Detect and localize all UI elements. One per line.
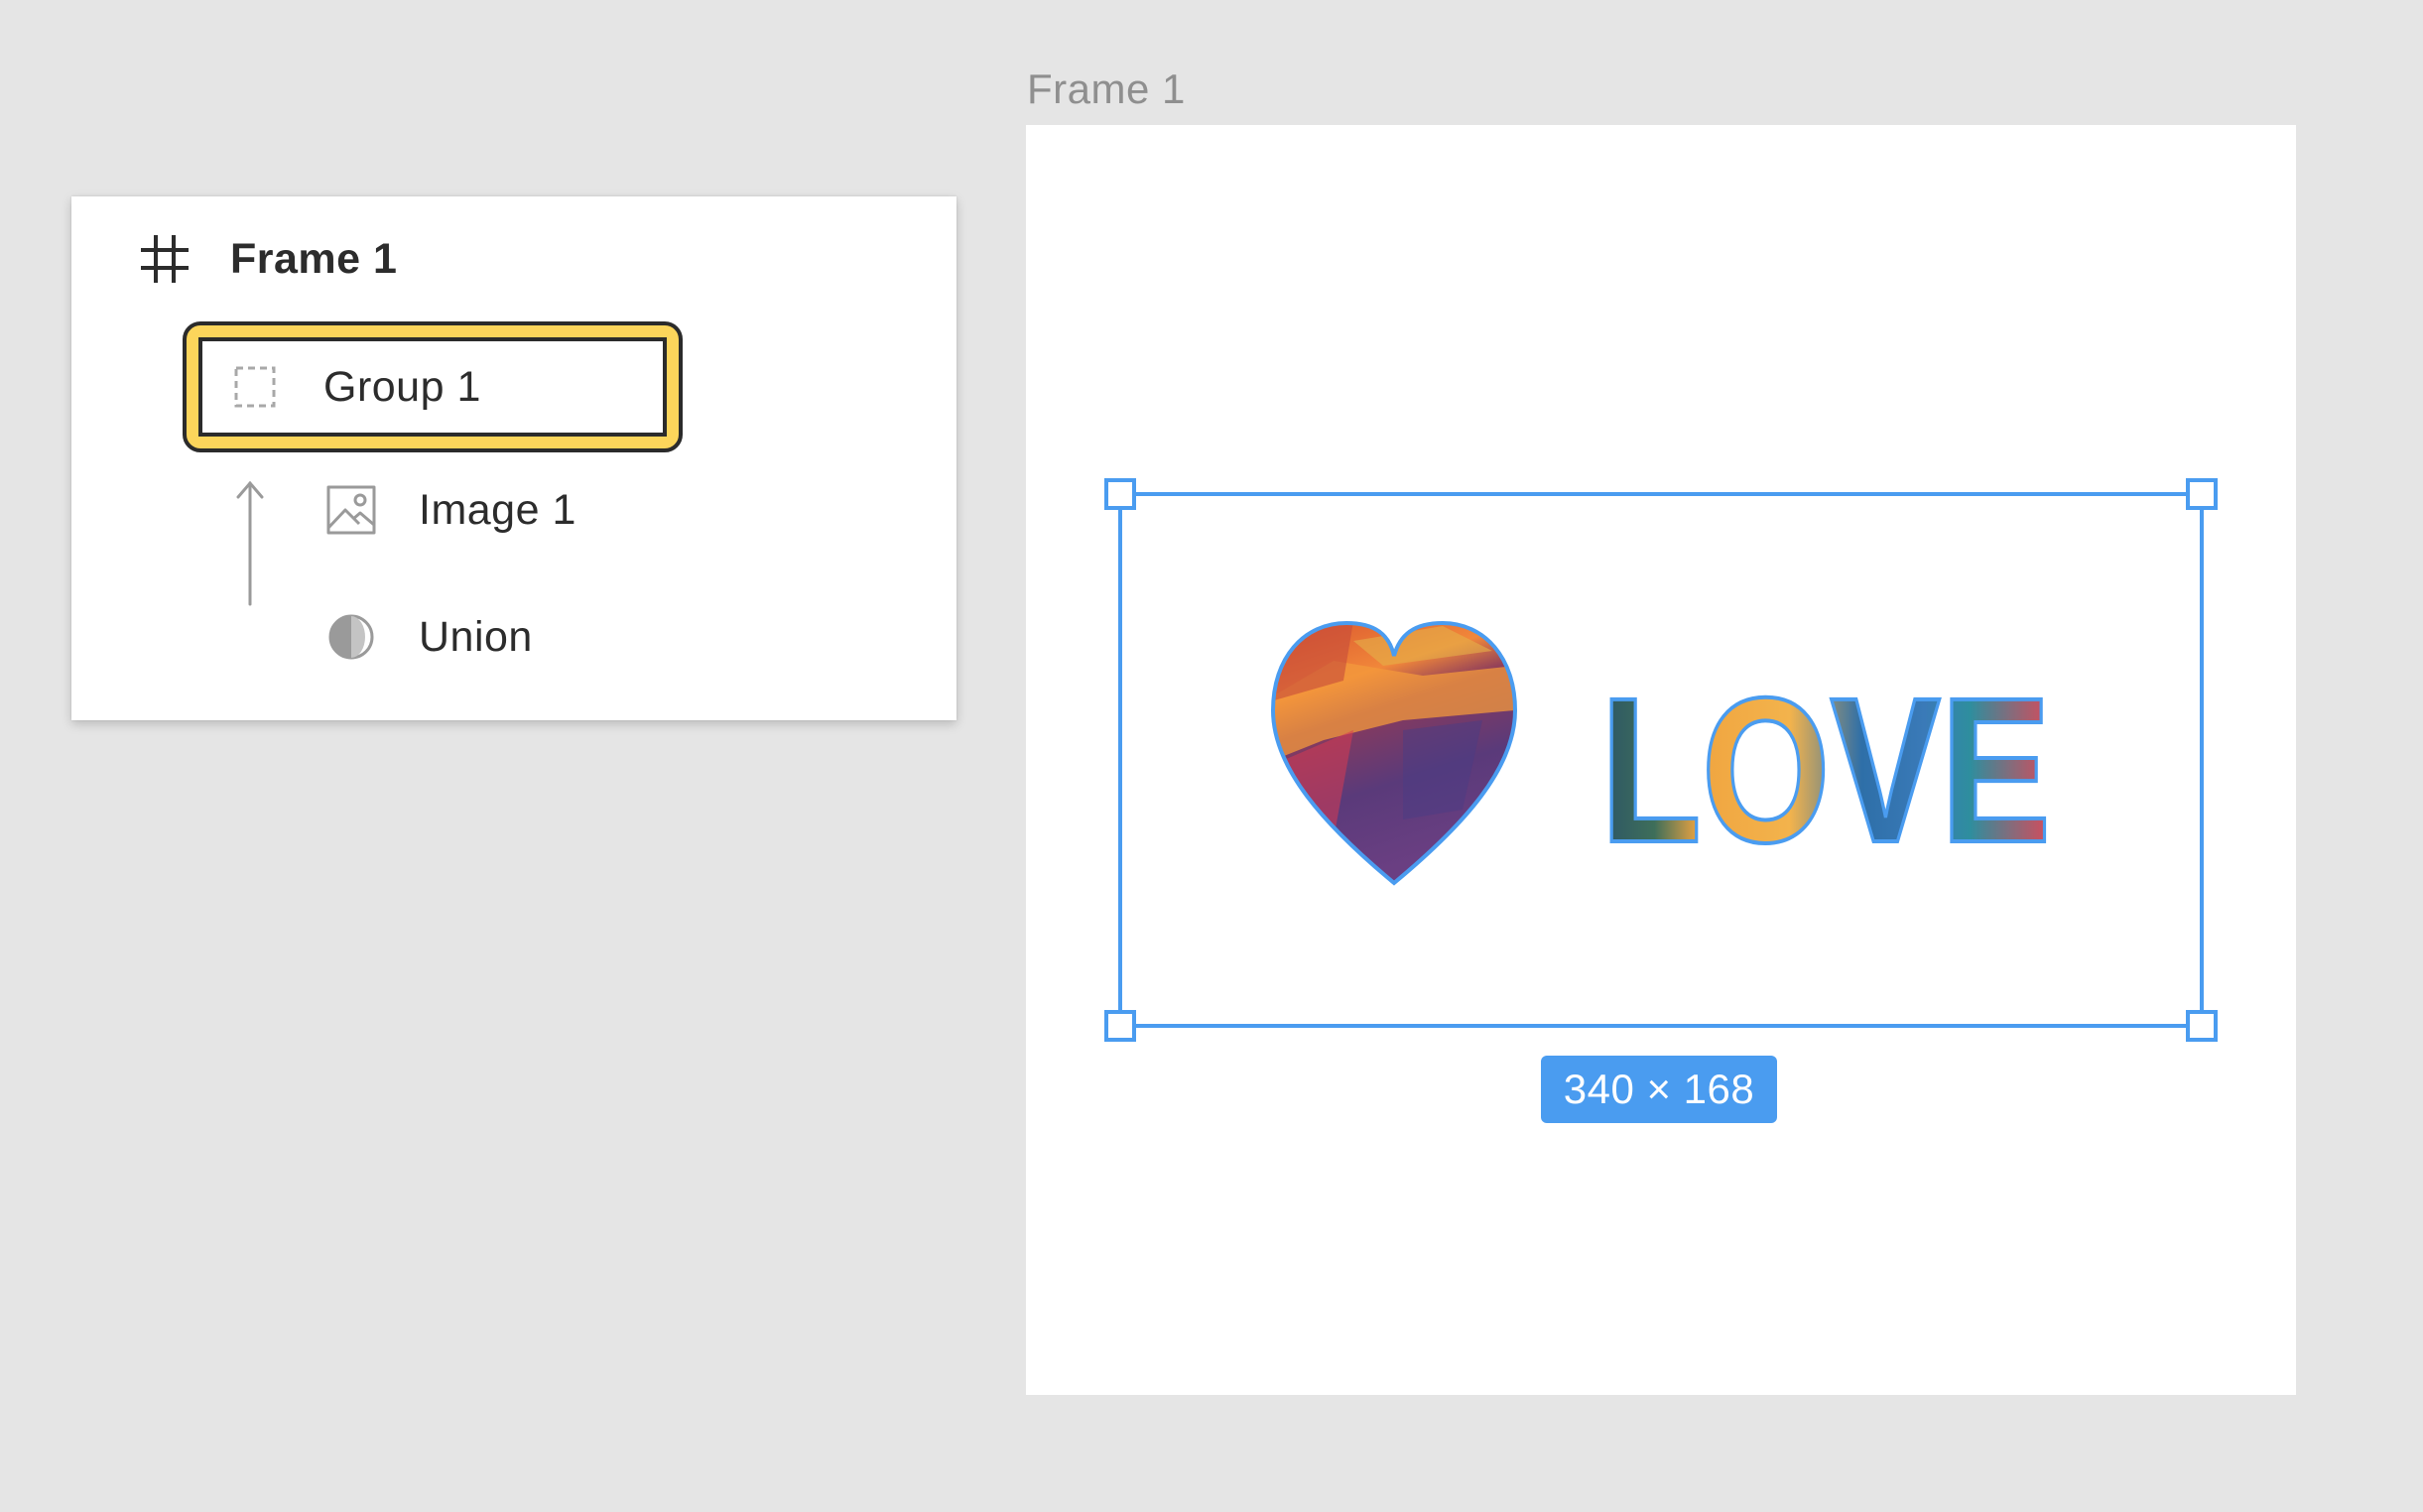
layer-group-1[interactable]: Group 1 [198, 337, 667, 437]
mask-arrow-icon [236, 480, 264, 606]
layer-union[interactable]: Union [325, 604, 533, 670]
resize-handle-top-right[interactable] [2186, 478, 2218, 510]
selection-size-badge: 340 × 168 [1541, 1056, 1777, 1123]
resize-handle-bottom-right[interactable] [2186, 1010, 2218, 1042]
resize-handle-bottom-left[interactable] [1104, 1010, 1136, 1042]
love-text: LOVE [1600, 656, 2051, 886]
layer-frame-label: Frame 1 [230, 234, 398, 283]
layer-union-label: Union [419, 612, 533, 661]
layer-image-1[interactable]: Image 1 [325, 477, 576, 543]
heart-shape [1270, 620, 1518, 886]
boolean-union-icon [328, 614, 374, 660]
layers-panel: Frame 1 Group 1 Image 1 Union [71, 196, 956, 720]
image-icon [326, 485, 376, 535]
layer-frame-1[interactable]: Frame 1 [139, 226, 397, 292]
resize-handle-top-left[interactable] [1104, 478, 1136, 510]
group-dashed-icon [234, 366, 276, 408]
frame-title[interactable]: Frame 1 [1027, 65, 1186, 113]
frame-hash-icon [141, 235, 189, 283]
layer-image-label: Image 1 [419, 485, 576, 534]
layer-group-1-highlight[interactable]: Group 1 [183, 321, 683, 452]
artwork-layer: LOVE [1104, 478, 2218, 1042]
layer-group-label: Group 1 [323, 362, 481, 411]
